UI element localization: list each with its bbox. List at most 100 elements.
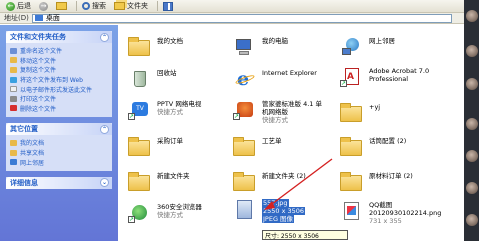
file-item[interactable]: 我的电脑	[233, 37, 288, 57]
place-my-documents[interactable]: 我的文档	[10, 138, 108, 148]
file-name: Internet Explorer	[262, 69, 317, 77]
task-email[interactable]: 以电子邮件形式发送此文件	[10, 84, 108, 94]
other-places-title: 其它位置	[10, 125, 38, 134]
up-folder-icon	[56, 2, 67, 10]
task-publish-web[interactable]: 将这个文件发布到 Web	[10, 75, 108, 85]
file-item[interactable]: 原材料订单 (2)	[340, 172, 413, 192]
task-print[interactable]: 打印这个文件	[10, 94, 108, 104]
folder-icon	[128, 137, 152, 157]
file-subtitle: 20120930102214.png	[369, 209, 442, 217]
task-label: 打印这个文件	[20, 96, 57, 104]
folders-button[interactable]: 文件夹	[112, 1, 150, 12]
details-header[interactable]: 详细信息 ⌄	[6, 176, 112, 189]
task-copy[interactable]: 复制这个文件	[10, 65, 108, 75]
task-move[interactable]: 移动这个文件	[10, 56, 108, 66]
file-item[interactable]: 网上邻居	[340, 37, 395, 57]
file-name: 新建文件夹	[157, 172, 190, 180]
search-button[interactable]: 搜索	[80, 1, 108, 12]
back-button[interactable]: ← 后退	[4, 1, 33, 12]
up-folder-button[interactable]	[54, 1, 69, 12]
folder-icon	[233, 172, 257, 192]
search-label: 搜索	[92, 2, 106, 10]
web-publish-icon	[10, 76, 17, 83]
avatar	[466, 118, 478, 130]
file-item[interactable]: QQ截图 20120930102214.png 731 x 355	[340, 201, 441, 225]
avatar	[466, 182, 478, 194]
task-label: 移动这个文件	[20, 57, 57, 65]
views-button[interactable]	[161, 1, 175, 12]
file-subtitle: 快捷方式	[157, 211, 183, 219]
desktop-icon	[34, 15, 43, 21]
file-name: 管家婆标准版 4.1 单	[262, 100, 322, 108]
views-icon	[163, 1, 173, 11]
file-tasks-title: 文件和文件夹任务	[10, 33, 66, 41]
file-tasks-header[interactable]: 文件和文件夹任务 ⌃	[6, 31, 112, 43]
toolbar: ← 后退 → 搜索 文件夹	[0, 0, 464, 13]
shared-docs-icon	[10, 149, 17, 156]
browser-360-icon: ↗	[128, 203, 152, 223]
file-item[interactable]: 新建文件夹	[128, 172, 190, 192]
place-shared-documents[interactable]: 共享文档	[10, 148, 108, 158]
file-name: 回收站	[157, 69, 177, 77]
task-label: 将这个文件发布到 Web	[20, 77, 83, 85]
collapse-icon[interactable]: ⌃	[100, 32, 109, 42]
details-title: 详细信息	[10, 178, 38, 187]
forward-button[interactable]: →	[37, 1, 50, 12]
delete-icon	[10, 105, 17, 112]
avatar	[466, 10, 478, 22]
tooltip-text: 尺寸: 2550 x 3506	[265, 232, 319, 240]
toolbar-separator	[157, 1, 158, 11]
other-places-header[interactable]: 其它位置 ⌃	[6, 123, 112, 136]
email-icon	[10, 86, 17, 93]
file-item[interactable]: ↗ 管家婆标准版 4.1 单 机网络版 快捷方式	[233, 100, 322, 124]
folder-icon	[340, 103, 364, 123]
file-name: 我的电脑	[262, 37, 288, 45]
task-pane: 文件和文件夹任务 ⌃ 重命名这个文件 移动这个文件 复制这个文件 将这个文件发布…	[0, 25, 118, 241]
file-item[interactable]: e Internet Explorer	[233, 69, 317, 89]
file-item[interactable]: TV ↗ PPTV 网络电视 快捷方式	[128, 100, 201, 120]
acrobat-icon: A ↗	[340, 67, 364, 87]
folder-icon	[340, 137, 364, 157]
place-label: 共享文档	[20, 150, 45, 158]
png-file-icon	[340, 201, 364, 221]
my-documents-icon	[128, 37, 152, 57]
address-label: 地址(D)	[4, 14, 29, 22]
file-item[interactable]: 回收站	[128, 69, 177, 89]
my-computer-icon	[233, 37, 257, 57]
details-panel: 详细信息 ⌄	[6, 176, 112, 189]
place-network[interactable]: 网上邻居	[10, 157, 108, 167]
back-arrow-icon: ←	[6, 1, 15, 11]
task-label: 删除这个文件	[20, 105, 57, 113]
file-item[interactable]: 我的文档	[128, 37, 183, 57]
place-label: 我的文档	[20, 140, 45, 148]
explorer-window: ← 后退 → 搜索 文件夹 地址(D) 桌面 文件和文件夹任务 ⌃ 重命名这个文…	[0, 0, 464, 241]
expand-icon[interactable]: ⌄	[100, 178, 109, 188]
back-label: 后退	[17, 2, 31, 10]
pptv-icon: TV ↗	[128, 100, 152, 120]
network-icon	[10, 159, 17, 166]
task-rename[interactable]: 重命名这个文件	[10, 46, 108, 56]
file-item[interactable]: 工艺单	[233, 137, 282, 157]
folder-icon	[340, 172, 364, 192]
ie-icon: e	[233, 69, 257, 89]
file-item[interactable]: 采购订单	[128, 137, 183, 157]
address-input[interactable]: 桌面	[31, 13, 452, 23]
search-icon	[82, 2, 90, 10]
file-item[interactable]: +yj	[340, 103, 380, 123]
file-name: 我的文档	[157, 37, 183, 45]
file-subtitle: 机网络版	[262, 108, 288, 116]
file-item[interactable]: 话筒配置 (2)	[340, 137, 406, 157]
file-subtitle: 快捷方式	[262, 116, 288, 124]
file-subtitle: JPEG 图像	[262, 215, 295, 223]
collapse-icon[interactable]: ⌃	[100, 124, 109, 134]
file-name: 原材料订单 (2)	[369, 172, 413, 180]
address-bar: 地址(D) 桌面	[0, 13, 464, 24]
task-label: 重命名这个文件	[20, 48, 63, 56]
file-tasks-panel: 文件和文件夹任务 ⌃ 重命名这个文件 移动这个文件 复制这个文件 将这个文件发布…	[6, 31, 112, 118]
file-item[interactable]: ↗ 360安全浏览器 快捷方式	[128, 203, 202, 223]
file-name: 360安全浏览器	[157, 203, 202, 211]
file-name: PPTV 网络电视	[157, 100, 202, 108]
file-subtitle: Professional	[369, 75, 409, 83]
file-item[interactable]: A ↗ Adobe Acrobat 7.0 Professional	[340, 67, 429, 87]
task-delete[interactable]: 删除这个文件	[10, 104, 108, 114]
